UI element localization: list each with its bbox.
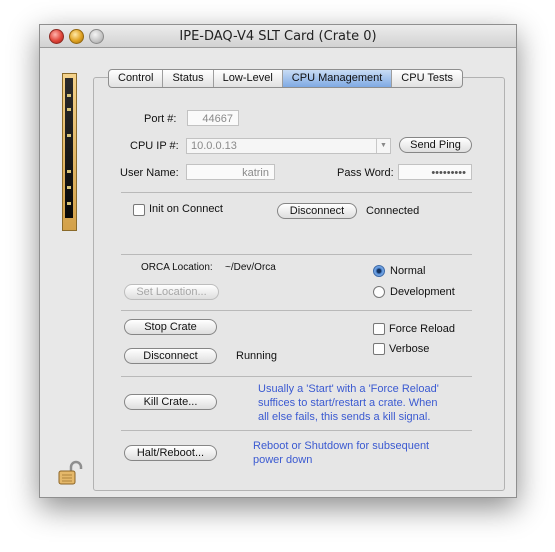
halt-help-text: Reboot or Shutdown for subsequent power … [253, 440, 430, 466]
development-radio[interactable] [373, 286, 385, 298]
cpu-ip-label: CPU IP #: [130, 140, 179, 152]
development-radio-label: Development [390, 286, 455, 298]
tab-low-level[interactable]: Low-Level [214, 70, 283, 87]
user-name-field[interactable]: katrin [186, 164, 275, 180]
tab-cpu-management[interactable]: CPU Management [282, 70, 393, 87]
init-on-connect-label: Init on Connect [149, 203, 223, 215]
set-location-button[interactable]: Set Location... [124, 284, 219, 300]
tab-status[interactable]: Status [163, 70, 214, 87]
verbose-checkbox[interactable] [373, 343, 385, 355]
stop-crate-button[interactable]: Stop Crate [124, 319, 217, 335]
separator [121, 254, 472, 255]
user-name-label: User Name: [120, 167, 179, 179]
connection-status: Connected [366, 205, 420, 217]
slt-card-image [62, 73, 77, 231]
crate-status: Running [236, 350, 277, 362]
port-label: Port #: [144, 113, 177, 125]
separator [121, 310, 472, 311]
chevron-down-icon[interactable]: ▼ [376, 139, 390, 153]
port-field[interactable]: 44667 [187, 110, 239, 126]
normal-radio-label: Normal [390, 265, 426, 277]
crate-disconnect-button[interactable]: Disconnect [124, 348, 217, 364]
separator [121, 430, 472, 431]
tab-cpu-tests[interactable]: CPU Tests [392, 70, 462, 87]
separator [121, 192, 472, 193]
tab-bar: Control Status Low-Level CPU Management … [108, 69, 464, 88]
cpu-ip-combo[interactable]: 10.0.0.13 ▼ [186, 138, 391, 154]
verbose-label: Verbose [389, 343, 430, 355]
kill-help-text: Usually a 'Start' with a 'Force Reload' … [258, 383, 439, 423]
cpu-ip-value: 10.0.0.13 [191, 140, 237, 152]
lock-open-icon[interactable] [56, 459, 84, 487]
password-field[interactable]: ••••••••• [398, 164, 472, 180]
halt-reboot-button[interactable]: Halt/Reboot... [124, 445, 217, 461]
disconnect-button[interactable]: Disconnect [277, 203, 357, 219]
init-on-connect-checkbox[interactable] [133, 204, 145, 216]
window: IPE-DAQ-V4 SLT Card (Crate 0) Control St… [39, 24, 517, 498]
password-label: Pass Word: [337, 167, 394, 179]
orca-location-label: ORCA Location: [141, 262, 213, 273]
tab-control[interactable]: Control [109, 70, 164, 87]
force-reload-checkbox[interactable] [373, 323, 385, 335]
force-reload-label: Force Reload [389, 323, 456, 335]
title-bar[interactable]: IPE-DAQ-V4 SLT Card (Crate 0) [40, 25, 516, 48]
separator [121, 376, 472, 377]
kill-crate-button[interactable]: Kill Crate... [124, 394, 217, 410]
orca-location-value: ~/Dev/Orca [225, 262, 276, 273]
window-title: IPE-DAQ-V4 SLT Card (Crate 0) [179, 29, 377, 44]
send-ping-button[interactable]: Send Ping [399, 137, 472, 153]
normal-radio[interactable] [373, 265, 385, 277]
